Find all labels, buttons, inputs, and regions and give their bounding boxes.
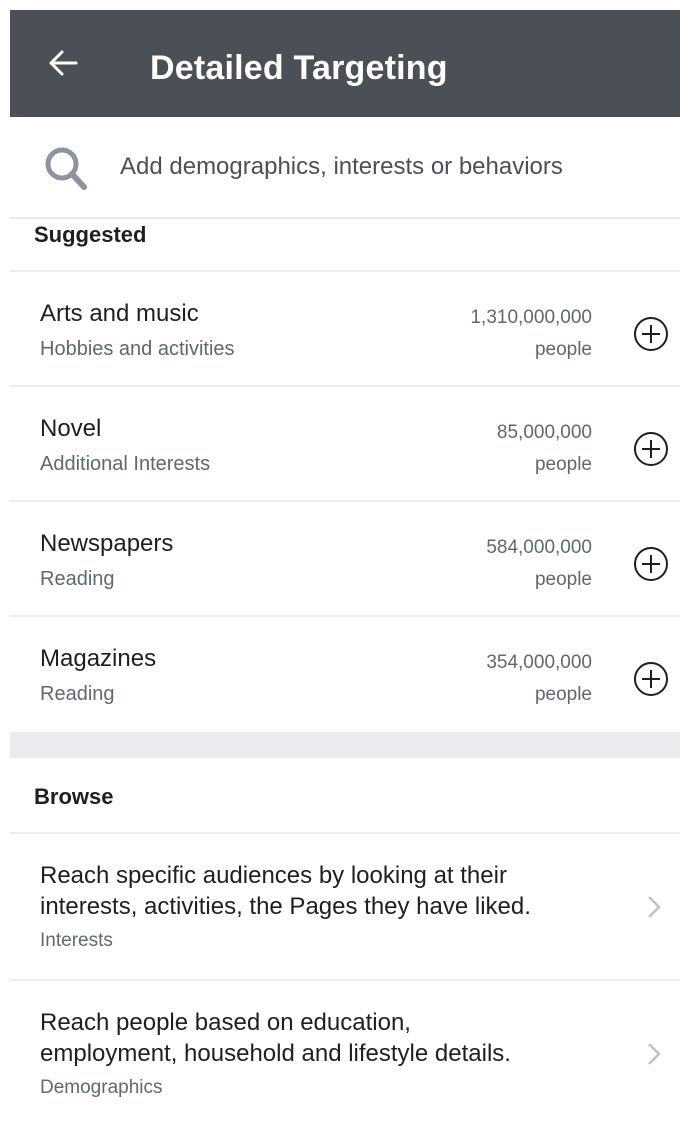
browse-description: Reach people based on education, employm… <box>40 1007 600 1069</box>
suggestion-category: Reading <box>40 683 115 705</box>
suggestion-row-newspapers[interactable]: Newspapers Reading 584,000,000 people <box>10 502 680 615</box>
chevron-right-icon <box>648 1043 661 1065</box>
suggestion-name: Novel <box>40 415 102 442</box>
browse-row-demographics[interactable]: Reach people based on education, employm… <box>10 981 680 1126</box>
arrow-left-icon <box>49 50 78 76</box>
audience-unit: people <box>534 684 592 705</box>
browse-category: Demographics <box>40 1077 163 1098</box>
browse-row-interests[interactable]: Reach specific audiences by looking at t… <box>10 834 680 979</box>
add-circle-icon[interactable] <box>632 545 670 583</box>
audience-count: 584,000,000 <box>486 537 592 558</box>
suggestion-row-novel[interactable]: Novel Additional Interests 85,000,000 pe… <box>10 387 680 500</box>
back-button[interactable] <box>38 38 88 88</box>
audience-unit: people <box>534 339 592 360</box>
suggestion-name: Arts and music <box>40 300 199 327</box>
add-circle-icon[interactable] <box>632 430 670 468</box>
description-line: Reach people based on education, <box>40 1009 411 1036</box>
audience-size: 85,000,000 people <box>372 417 592 481</box>
section-separator <box>10 732 680 758</box>
suggestion-category: Additional Interests <box>40 453 211 475</box>
suggestion-category: Hobbies and activities <box>40 338 235 360</box>
audience-unit: people <box>534 569 592 590</box>
browse-description: Reach specific audiences by looking at t… <box>40 860 600 922</box>
chevron-right-icon <box>648 896 661 918</box>
audience-size: 354,000,000 people <box>372 647 592 711</box>
audience-count: 85,000,000 <box>496 422 592 443</box>
audience-size: 1,310,000,000 people <box>372 302 592 366</box>
description-line: employment, household and lifestyle deta… <box>40 1040 511 1067</box>
description-line: interests, activities, the Pages they ha… <box>40 893 531 920</box>
add-circle-icon[interactable] <box>632 660 670 698</box>
suggestion-name: Magazines <box>40 645 157 672</box>
audience-count: 354,000,000 <box>486 652 592 673</box>
app-bar: Detailed Targeting <box>10 10 680 117</box>
suggestion-row-arts-and-music[interactable]: Arts and music Hobbies and activities 1,… <box>10 272 680 385</box>
page-title: Detailed Targeting <box>150 49 448 87</box>
audience-size: 584,000,000 people <box>372 532 592 596</box>
search-bar <box>10 117 680 219</box>
suggestion-row-magazines[interactable]: Magazines Reading 354,000,000 people <box>10 617 680 730</box>
suggestion-name: Newspapers <box>40 530 174 557</box>
suggested-heading: Suggested <box>34 222 147 247</box>
browse-category: Interests <box>40 930 113 951</box>
suggestion-category: Reading <box>40 568 115 590</box>
search-input[interactable] <box>120 147 640 187</box>
audience-unit: people <box>534 454 592 475</box>
search-icon <box>45 147 87 190</box>
description-line: Reach specific audiences by looking at t… <box>40 862 507 889</box>
audience-count: 1,310,000,000 <box>470 307 592 328</box>
browse-heading: Browse <box>34 784 114 809</box>
add-circle-icon[interactable] <box>632 315 670 353</box>
